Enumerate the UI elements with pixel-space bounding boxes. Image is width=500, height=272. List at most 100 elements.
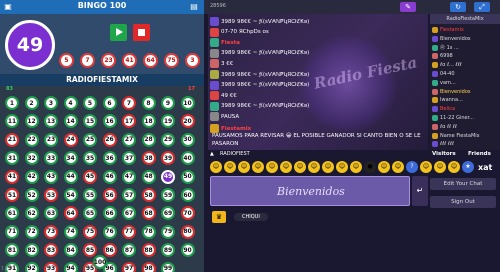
- user-list-item[interactable]: Iwanna...: [432, 96, 498, 104]
- grid-ball: 14: [63, 114, 78, 129]
- smiley-icon[interactable]: ☺: [434, 161, 446, 173]
- chat-tab-label[interactable]: RADIOFIEST: [220, 151, 250, 157]
- message-user: 3989: [221, 71, 235, 78]
- grid-ball: 84: [63, 243, 78, 258]
- settings-icon[interactable]: ▤: [189, 2, 199, 12]
- play-button[interactable]: [110, 24, 127, 41]
- chat-tab-icon: ▲: [210, 151, 214, 157]
- user-list-item[interactable]: Name FiestaMix: [432, 132, 498, 140]
- user-list-item[interactable]: Bienvenidos: [432, 35, 498, 43]
- chat-message: PAUSA: [210, 112, 424, 122]
- recent-ball: 64: [143, 53, 158, 68]
- message-area: Radio Fiesta 3989 98€€ ~ ƒί(ѕѴ₳ℕ₱ʯЯѺℭ₭ǝ) 0…: [208, 14, 428, 150]
- message-input[interactable]: Bienvenidos: [210, 176, 410, 206]
- user-name: Ⓡ 1s ...: [440, 45, 459, 52]
- count-left: 83: [6, 86, 13, 92]
- user-chip[interactable]: CHIQUI: [234, 213, 268, 221]
- star-icon[interactable]: ★: [462, 161, 474, 173]
- help-icon[interactable]: ?: [406, 161, 418, 173]
- grid-ball: 100: [93, 255, 107, 269]
- grid-ball: 94: [63, 261, 78, 272]
- user-list-item[interactable]: 6998: [432, 52, 498, 60]
- smiley-icon[interactable]: ☺: [448, 161, 460, 173]
- smiley-icon[interactable]: ☺: [224, 161, 236, 173]
- sign-out-button[interactable]: Sign Out: [430, 196, 496, 208]
- message-user: PAUSA: [221, 113, 240, 120]
- user-name: vam...: [440, 79, 456, 86]
- smiley-icon[interactable]: ☺: [308, 161, 320, 173]
- grid-ball: 5: [83, 96, 97, 110]
- user-name: Name FiestaMix: [440, 132, 480, 139]
- grid-ball: 77: [122, 224, 136, 239]
- grid-ball: 93: [44, 261, 58, 272]
- user-list-item[interactable]: Fiestamix: [432, 26, 498, 34]
- refresh-icon[interactable]: ↻: [450, 2, 466, 12]
- grid-ball: 55: [83, 188, 97, 202]
- send-button[interactable]: ↵: [412, 176, 428, 206]
- user-name: ℓα ℓℓ ℓℓ: [440, 123, 457, 130]
- grid-ball: 18: [141, 114, 156, 129]
- chat-tabs: ▲ RADIOFIEST: [208, 150, 428, 158]
- smiley-icon[interactable]: ☺: [294, 161, 306, 173]
- smiley-icon[interactable]: ☺: [420, 161, 432, 173]
- message-text: 98€€ ~ ƒί(ѕѴ₳ℕ₱ʯЯѺℭ₭ǝ): [237, 82, 310, 89]
- chat-message: 3989 98€€ ~ ƒί(ѕѴ₳ℕ₱ʯЯѺℭ₭ǝ): [210, 101, 424, 111]
- user-name: Iwanna...: [440, 97, 463, 104]
- grid-ball: 1: [5, 96, 19, 110]
- grid-ball: 78: [141, 224, 156, 239]
- smiley-icon[interactable]: ☺: [210, 161, 222, 173]
- smiley-icon[interactable]: ☺: [252, 161, 264, 173]
- grid-ball: 99: [161, 261, 175, 272]
- visitors-tab[interactable]: Visitors: [432, 151, 456, 157]
- grid-ball: 71: [5, 224, 19, 239]
- user-name: 04-40: [440, 71, 455, 77]
- grid-ball: 3: [44, 96, 58, 110]
- smiley-icon[interactable]: ☺: [280, 161, 292, 173]
- smiley-icon[interactable]: ☺: [392, 161, 404, 173]
- user-name: 6998: [440, 53, 453, 60]
- grid-ball: 51: [5, 188, 19, 202]
- grid-ball: 74: [63, 224, 78, 239]
- user-list-item[interactable]: ℓα ℓ... ℓℓℓ: [432, 61, 498, 69]
- user-list-item[interactable]: vam...: [432, 79, 498, 87]
- grid-ball: 60: [180, 188, 195, 202]
- user-list-item[interactable]: 04-40: [432, 70, 498, 78]
- grid-ball: 42: [24, 169, 39, 184]
- grid-ball: 59: [161, 188, 175, 202]
- trophy-icon[interactable]: ♛: [212, 211, 226, 223]
- user-list-item[interactable]: 11-22 Giner...: [432, 114, 498, 122]
- message-input-text: Bienvenidos: [277, 185, 345, 198]
- stop-button[interactable]: [133, 24, 150, 41]
- user-list-item[interactable]: ℓℓℓ ℓℓℓ: [432, 140, 498, 148]
- recent-ball: 75: [164, 53, 179, 68]
- message-user: 3989: [221, 50, 235, 57]
- grid-ball: 75: [83, 224, 97, 239]
- grid-ball: 58: [141, 188, 156, 202]
- grid-ball: 32: [24, 151, 39, 166]
- smiley-icon[interactable]: ☺: [378, 161, 390, 173]
- user-list-item[interactable]: Bienvenidos: [432, 88, 498, 96]
- smiley-icon[interactable]: ☺: [322, 161, 334, 173]
- edit-chat-button[interactable]: Edit Your Chat: [430, 178, 496, 190]
- recent-ball: 41: [122, 53, 137, 68]
- chat-message: 3989 98€€ ~ ƒί(ѕѴ₳ℕ₱ʯЯѺℭ₭ǝ): [210, 48, 424, 58]
- message-text: ЯChpDs os: [238, 29, 269, 36]
- user-list-item[interactable]: ℓα ℓℓ ℓℓ: [432, 123, 498, 131]
- user-list-item[interactable]: Belica: [432, 105, 498, 113]
- eight-ball-icon[interactable]: ●: [364, 161, 376, 173]
- grid-ball: 70: [180, 206, 195, 221]
- smiley-icon[interactable]: ☺: [336, 161, 348, 173]
- smiley-icon[interactable]: ☺: [266, 161, 278, 173]
- user-list-item[interactable]: Ⓡ 1s ...: [432, 44, 498, 52]
- user-name: 11-22 Giner...: [440, 115, 474, 121]
- smiley-icon[interactable]: ☺: [238, 161, 250, 173]
- expand-icon[interactable]: ⤢: [474, 2, 490, 12]
- chat-message: 49 €€: [210, 91, 424, 101]
- friends-tab[interactable]: Friends: [468, 151, 491, 157]
- grid-ball: 72: [24, 224, 39, 239]
- smiley-icon[interactable]: ☺: [350, 161, 362, 173]
- grid-ball: 45: [83, 169, 97, 184]
- grid-ball: 34: [63, 151, 78, 166]
- tools-icon[interactable]: ✎: [400, 2, 416, 12]
- message-user: 07-70: [221, 29, 237, 36]
